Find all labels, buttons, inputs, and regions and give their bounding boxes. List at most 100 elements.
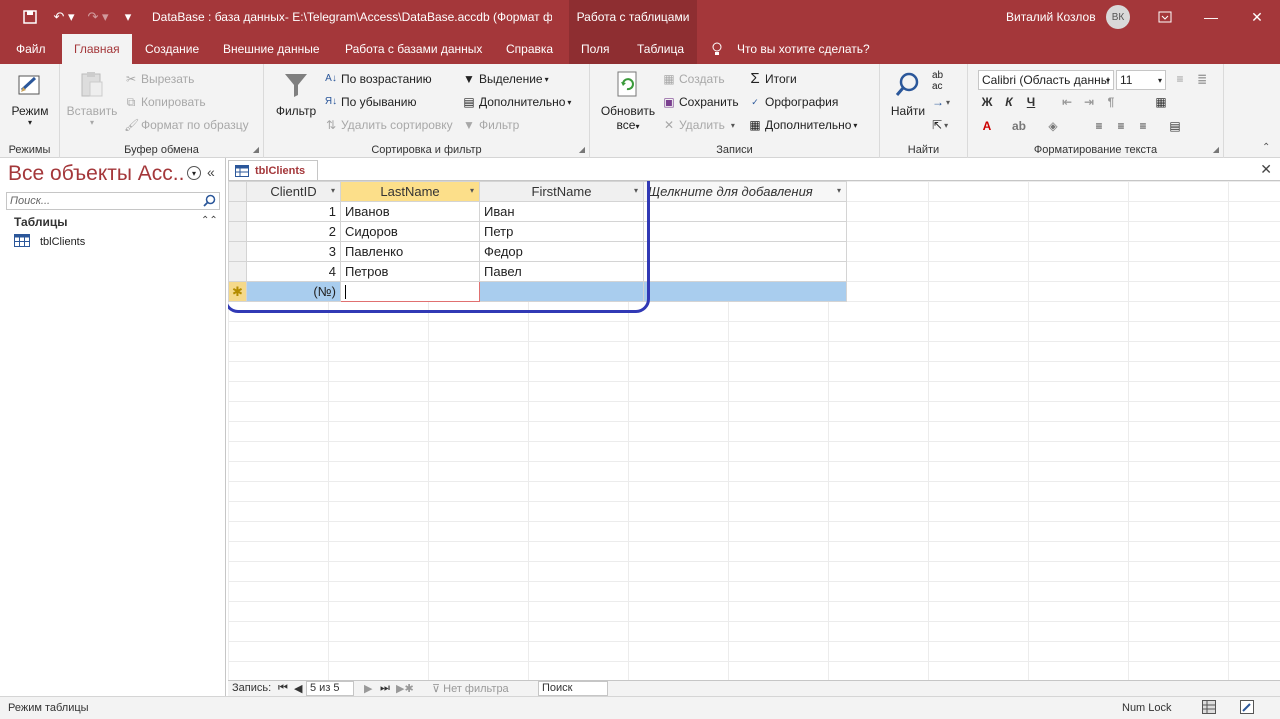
document-tab-tblclients[interactable]: tblClients: [228, 160, 318, 180]
tab-help[interactable]: Справка: [506, 34, 553, 64]
datasheet-view-icon[interactable]: [1202, 700, 1216, 717]
previous-record-icon[interactable]: ◀: [294, 682, 302, 695]
view-button[interactable]: Режим ▾: [6, 68, 54, 127]
gridlines-icon[interactable]: ▦: [1152, 95, 1170, 109]
alternate-row-color-icon[interactable]: ▤: [1166, 119, 1184, 133]
cut-button[interactable]: ✂ Вырезать: [124, 72, 194, 86]
fill-color-icon[interactable]: ◈: [1044, 119, 1062, 133]
toggle-filter-button[interactable]: ▼ Фильтр: [462, 118, 519, 132]
new-record-id[interactable]: (№): [246, 281, 341, 302]
chevron-down-icon[interactable]: ▾: [634, 186, 638, 195]
indent-increase-icon[interactable]: ⇥: [1080, 95, 1098, 109]
font-name-select[interactable]: Calibri (Область данны ▾: [978, 70, 1114, 90]
delete-record-button[interactable]: ✕ Удалить ▾: [662, 118, 735, 132]
table-row[interactable]: 3 Павленко Федор: [228, 241, 847, 262]
spelling-button[interactable]: ✓ Орфография: [748, 95, 838, 109]
save-icon[interactable]: [20, 7, 40, 27]
column-header-firstname[interactable]: FirstName ▾: [479, 181, 644, 202]
close-document-icon[interactable]: ✕: [1260, 161, 1272, 178]
record-selector[interactable]: [228, 221, 247, 242]
close-button[interactable]: ✕: [1234, 0, 1280, 34]
select-cursor-icon[interactable]: ⇱ ▾: [932, 118, 948, 132]
advanced-filter-button[interactable]: ▤ Дополнительно ▾: [462, 95, 571, 109]
record-search-input[interactable]: Поиск: [538, 681, 608, 696]
highlight-color-icon[interactable]: ab: [1010, 119, 1028, 133]
design-view-icon[interactable]: [1240, 700, 1254, 717]
minimize-button[interactable]: —: [1188, 0, 1234, 34]
align-left-icon[interactable]: ≡: [1090, 119, 1108, 133]
paste-button[interactable]: Вставить ▾: [66, 68, 118, 127]
font-size-select[interactable]: 11 ▾: [1116, 70, 1166, 90]
ribbon-display-icon[interactable]: [1142, 0, 1188, 34]
sort-ascending-button[interactable]: A↓ По возрастанию: [324, 72, 431, 86]
nav-menu-icon[interactable]: ▾: [187, 166, 201, 180]
chevron-down-icon[interactable]: ▾: [837, 186, 841, 195]
customize-quick-access-icon[interactable]: ▾: [120, 7, 136, 27]
nav-section-tables[interactable]: Таблицы: [14, 215, 67, 229]
align-center-icon[interactable]: ≡: [1112, 119, 1130, 133]
more-records-button[interactable]: ▦ Дополнительно ▾: [748, 118, 857, 132]
dialog-launcher-icon[interactable]: ◢: [1213, 145, 1219, 154]
new-record-row[interactable]: ✱ (№): [228, 281, 847, 302]
refresh-all-button[interactable]: Обновить все▾: [596, 68, 660, 132]
indent-decrease-icon[interactable]: ⇤: [1058, 95, 1076, 109]
new-record-button[interactable]: ▦ Создать: [662, 72, 724, 86]
table-row[interactable]: 4 Петров Павел: [228, 261, 847, 282]
table-row[interactable]: 1 Иванов Иван: [228, 201, 847, 222]
totals-button[interactable]: Σ Итоги: [748, 71, 796, 86]
column-header-add-field[interactable]: Щелкните для добавления ▾: [643, 181, 847, 202]
chevron-down-icon[interactable]: ▾: [470, 186, 474, 195]
copy-button[interactable]: ⧉ Копировать: [124, 95, 206, 109]
column-header-lastname[interactable]: LastName ▾: [340, 181, 480, 202]
align-list-icon[interactable]: ≡: [1171, 72, 1189, 86]
goto-icon[interactable]: → ▾: [932, 95, 950, 109]
dialog-launcher-icon[interactable]: ◢: [579, 145, 585, 154]
tab-database-tools[interactable]: Работа с базами данных: [345, 34, 482, 64]
collapse-ribbon-icon[interactable]: ⌃: [1262, 142, 1270, 153]
bold-button[interactable]: Ж: [978, 95, 996, 109]
format-painter-button[interactable]: 🖌 Формат по образцу: [124, 118, 249, 132]
nav-search-input[interactable]: Поиск...: [6, 192, 220, 210]
new-record-asterisk-icon[interactable]: ✱: [228, 281, 247, 302]
underline-button[interactable]: Ч: [1022, 95, 1040, 109]
nav-pane-title[interactable]: Все объекты Acc...: [8, 162, 186, 186]
italic-button[interactable]: К: [1000, 95, 1018, 109]
chevron-up-icon[interactable]: ⌃⌃: [201, 215, 218, 226]
sort-descending-button[interactable]: Я↓ По убыванию: [324, 95, 417, 109]
next-record-icon[interactable]: ▶: [364, 682, 372, 695]
tab-fields[interactable]: Поля: [581, 34, 610, 64]
no-filter-button[interactable]: ⊽ Нет фильтра: [432, 682, 509, 695]
replace-icon[interactable]: ab ac: [932, 70, 943, 92]
tab-table[interactable]: Таблица: [637, 34, 684, 64]
align-right-icon[interactable]: ≡: [1134, 119, 1152, 133]
redo-icon[interactable]: ↷ ▾: [84, 7, 112, 27]
record-position-input[interactable]: 5 из 5: [306, 681, 354, 696]
column-header-clientid[interactable]: ClientID ▾: [246, 181, 341, 202]
indent-icon[interactable]: ≣: [1193, 72, 1211, 86]
paragraph-icon[interactable]: ¶: [1102, 95, 1120, 109]
tab-create[interactable]: Создание: [145, 34, 199, 64]
tell-me-input[interactable]: Что вы хотите сделать?: [737, 34, 870, 64]
record-selector[interactable]: [228, 241, 247, 262]
avatar[interactable]: ВК: [1106, 5, 1130, 29]
first-record-icon[interactable]: ⏮: [278, 682, 288, 695]
record-selector[interactable]: [228, 201, 247, 222]
nav-collapse-icon[interactable]: «: [207, 164, 215, 180]
select-all-corner[interactable]: [228, 181, 247, 202]
last-record-icon[interactable]: ⏭: [380, 682, 390, 695]
search-icon[interactable]: [203, 194, 217, 208]
dialog-launcher-icon[interactable]: ◢: [253, 145, 259, 154]
nav-item-tblclients[interactable]: tblClients: [14, 234, 85, 250]
selection-button[interactable]: ▼ Выделение ▾: [462, 72, 549, 86]
tab-file[interactable]: Файл: [16, 34, 46, 64]
tab-external-data[interactable]: Внешние данные: [223, 34, 320, 64]
save-record-button[interactable]: ▣ Сохранить: [662, 95, 738, 109]
font-color-icon[interactable]: A: [978, 119, 996, 133]
undo-icon[interactable]: ↶ ▾: [50, 7, 78, 27]
remove-sort-button[interactable]: ⇅ Удалить сортировку: [324, 118, 453, 132]
user-name[interactable]: Виталий Козлов: [1006, 10, 1096, 24]
new-record-nav-icon[interactable]: ▶✱: [396, 682, 414, 695]
chevron-down-icon[interactable]: ▾: [331, 186, 335, 195]
find-button[interactable]: Найти: [884, 68, 932, 118]
filter-button[interactable]: Фильтр: [272, 68, 320, 118]
